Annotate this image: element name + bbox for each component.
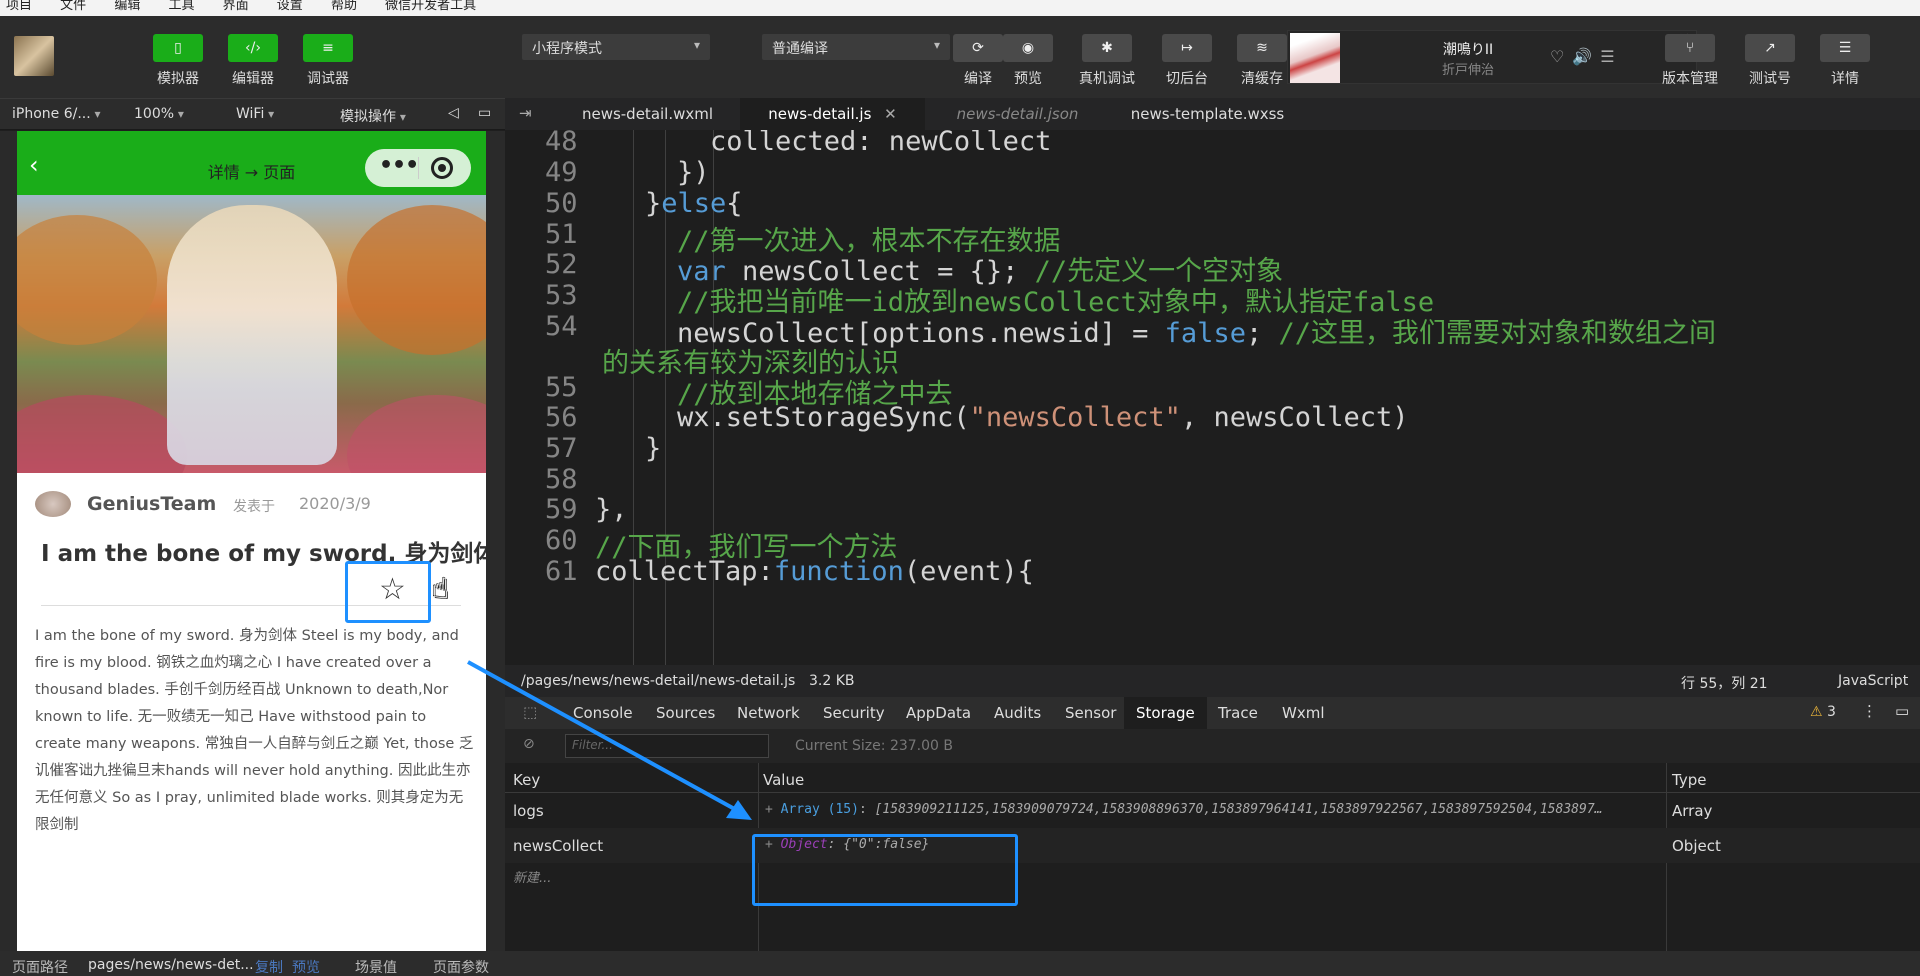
annotation-arrow <box>467 660 752 820</box>
